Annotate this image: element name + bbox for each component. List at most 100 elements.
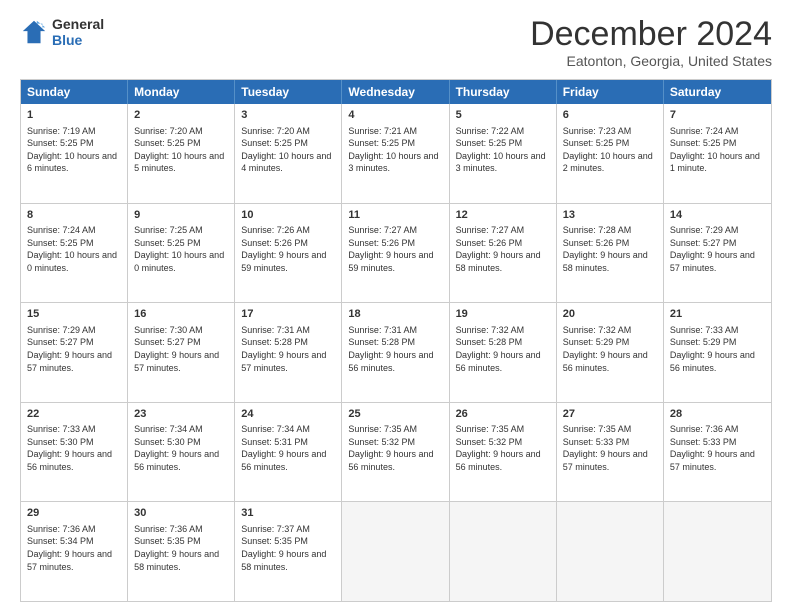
day-number: 2 <box>134 108 228 122</box>
day-cell-8: 8 Sunrise: 7:24 AM Sunset: 5:25 PM Daylig… <box>21 204 128 303</box>
day-cell-21: 21 Sunrise: 7:33 AM Sunset: 5:29 PM Dayli… <box>664 303 771 402</box>
day-number: 14 <box>670 208 765 222</box>
day-info: Sunrise: 7:21 AM Sunset: 5:25 PM Dayligh… <box>348 125 442 175</box>
day-number: 1 <box>27 108 121 122</box>
day-info: Sunrise: 7:35 AM Sunset: 5:32 PM Dayligh… <box>348 423 442 473</box>
day-info: Sunrise: 7:35 AM Sunset: 5:33 PM Dayligh… <box>563 423 657 473</box>
day-info: Sunrise: 7:33 AM Sunset: 5:30 PM Dayligh… <box>27 423 121 473</box>
day-number: 29 <box>27 506 121 520</box>
day-number: 19 <box>456 307 550 321</box>
day-cell-19: 19 Sunrise: 7:32 AM Sunset: 5:28 PM Dayli… <box>450 303 557 402</box>
day-info: Sunrise: 7:27 AM Sunset: 5:26 PM Dayligh… <box>456 224 550 274</box>
day-cell-17: 17Sunrise: 7:31 AM Sunset: 5:28 PM Dayli… <box>235 303 342 402</box>
day-info: Sunrise: 7:20 AM Sunset: 5:25 PM Dayligh… <box>241 125 335 175</box>
title-block: December 2024 Eatonton, Georgia, United … <box>530 16 772 69</box>
day-number: 24 <box>241 407 335 421</box>
day-number: 23 <box>134 407 228 421</box>
day-number: 6 <box>563 108 657 122</box>
day-info: Sunrise: 7:28 AM Sunset: 5:26 PM Dayligh… <box>563 224 657 274</box>
day-info: Sunrise: 7:19 AM Sunset: 5:25 PM Dayligh… <box>27 125 121 175</box>
day-cell-10: 10 Sunrise: 7:26 AM Sunset: 5:26 PM Dayli… <box>235 204 342 303</box>
day-info: Sunrise: 7:37 AM Sunset: 5:35 PM Dayligh… <box>241 523 335 573</box>
day-info: Sunrise: 7:35 AM Sunset: 5:32 PM Dayligh… <box>456 423 550 473</box>
day-number: 31 <box>241 506 335 520</box>
main-title: December 2024 <box>530 16 772 53</box>
empty-cell <box>450 502 557 601</box>
day-cell-26: 26 Sunrise: 7:35 AM Sunset: 5:32 PM Dayli… <box>450 403 557 502</box>
day-number: 8 <box>27 208 121 222</box>
day-cell-1: 1 Sunrise: 7:19 AM Sunset: 5:25 PM Daylig… <box>21 104 128 203</box>
column-header-sunday: Sunday <box>21 80 128 104</box>
calendar: SundayMondayTuesdayWednesdayThursdayFrid… <box>20 79 772 602</box>
day-cell-30: 30 Sunrise: 7:36 AM Sunset: 5:35 PM Dayli… <box>128 502 235 601</box>
calendar-row-2: 8 Sunrise: 7:24 AM Sunset: 5:25 PM Daylig… <box>21 203 771 303</box>
day-cell-5: 5Sunrise: 7:22 AM Sunset: 5:25 PM Daylig… <box>450 104 557 203</box>
column-header-tuesday: Tuesday <box>235 80 342 104</box>
day-number: 25 <box>348 407 442 421</box>
column-header-wednesday: Wednesday <box>342 80 449 104</box>
day-cell-27: 27 Sunrise: 7:35 AM Sunset: 5:33 PM Dayli… <box>557 403 664 502</box>
day-info: Sunrise: 7:29 AM Sunset: 5:27 PM Dayligh… <box>27 324 121 374</box>
day-number: 3 <box>241 108 335 122</box>
day-number: 16 <box>134 307 228 321</box>
column-header-monday: Monday <box>128 80 235 104</box>
day-info: Sunrise: 7:36 AM Sunset: 5:34 PM Dayligh… <box>27 523 121 573</box>
column-header-saturday: Saturday <box>664 80 771 104</box>
day-cell-16: 16Sunrise: 7:30 AM Sunset: 5:27 PM Dayli… <box>128 303 235 402</box>
empty-cell <box>557 502 664 601</box>
day-cell-2: 2Sunrise: 7:20 AM Sunset: 5:25 PM Daylig… <box>128 104 235 203</box>
day-info: Sunrise: 7:36 AM Sunset: 5:35 PM Dayligh… <box>134 523 228 573</box>
day-info: Sunrise: 7:27 AM Sunset: 5:26 PM Dayligh… <box>348 224 442 274</box>
day-cell-11: 11Sunrise: 7:27 AM Sunset: 5:26 PM Dayli… <box>342 204 449 303</box>
day-info: Sunrise: 7:34 AM Sunset: 5:30 PM Dayligh… <box>134 423 228 473</box>
day-number: 7 <box>670 108 765 122</box>
day-cell-9: 9Sunrise: 7:25 AM Sunset: 5:25 PM Daylig… <box>128 204 235 303</box>
day-cell-24: 24 Sunrise: 7:34 AM Sunset: 5:31 PM Dayli… <box>235 403 342 502</box>
day-cell-13: 13Sunrise: 7:28 AM Sunset: 5:26 PM Dayli… <box>557 204 664 303</box>
day-number: 15 <box>27 307 121 321</box>
day-info: Sunrise: 7:29 AM Sunset: 5:27 PM Dayligh… <box>670 224 765 274</box>
day-info: Sunrise: 7:32 AM Sunset: 5:29 PM Dayligh… <box>563 324 657 374</box>
day-cell-22: 22 Sunrise: 7:33 AM Sunset: 5:30 PM Dayli… <box>21 403 128 502</box>
day-number: 21 <box>670 307 765 321</box>
calendar-body: 1 Sunrise: 7:19 AM Sunset: 5:25 PM Daylig… <box>21 104 771 601</box>
logo: General Blue <box>20 16 104 48</box>
day-number: 18 <box>348 307 442 321</box>
day-info: Sunrise: 7:23 AM Sunset: 5:25 PM Dayligh… <box>563 125 657 175</box>
subtitle: Eatonton, Georgia, United States <box>530 53 772 69</box>
day-info: Sunrise: 7:33 AM Sunset: 5:29 PM Dayligh… <box>670 324 765 374</box>
logo-icon <box>20 18 48 46</box>
day-cell-18: 18 Sunrise: 7:31 AM Sunset: 5:28 PM Dayli… <box>342 303 449 402</box>
calendar-header: SundayMondayTuesdayWednesdayThursdayFrid… <box>21 80 771 104</box>
day-cell-12: 12Sunrise: 7:27 AM Sunset: 5:26 PM Dayli… <box>450 204 557 303</box>
day-number: 9 <box>134 208 228 222</box>
day-number: 22 <box>27 407 121 421</box>
day-info: Sunrise: 7:31 AM Sunset: 5:28 PM Dayligh… <box>348 324 442 374</box>
day-cell-23: 23 Sunrise: 7:34 AM Sunset: 5:30 PM Dayli… <box>128 403 235 502</box>
day-info: Sunrise: 7:26 AM Sunset: 5:26 PM Dayligh… <box>241 224 335 274</box>
day-number: 4 <box>348 108 442 122</box>
logo-text: General Blue <box>52 16 104 48</box>
day-cell-29: 29 Sunrise: 7:36 AM Sunset: 5:34 PM Dayli… <box>21 502 128 601</box>
empty-cell <box>342 502 449 601</box>
day-number: 17 <box>241 307 335 321</box>
day-cell-20: 20Sunrise: 7:32 AM Sunset: 5:29 PM Dayli… <box>557 303 664 402</box>
day-cell-28: 28Sunrise: 7:36 AM Sunset: 5:33 PM Dayli… <box>664 403 771 502</box>
day-cell-14: 14 Sunrise: 7:29 AM Sunset: 5:27 PM Dayli… <box>664 204 771 303</box>
day-info: Sunrise: 7:34 AM Sunset: 5:31 PM Dayligh… <box>241 423 335 473</box>
day-info: Sunrise: 7:24 AM Sunset: 5:25 PM Dayligh… <box>670 125 765 175</box>
day-info: Sunrise: 7:36 AM Sunset: 5:33 PM Dayligh… <box>670 423 765 473</box>
calendar-row-5: 29 Sunrise: 7:36 AM Sunset: 5:34 PM Dayli… <box>21 501 771 601</box>
day-info: Sunrise: 7:24 AM Sunset: 5:25 PM Dayligh… <box>27 224 121 274</box>
page: General Blue December 2024 Eatonton, Geo… <box>0 0 792 612</box>
calendar-row-3: 15 Sunrise: 7:29 AM Sunset: 5:27 PM Dayli… <box>21 302 771 402</box>
day-number: 30 <box>134 506 228 520</box>
day-number: 10 <box>241 208 335 222</box>
day-number: 27 <box>563 407 657 421</box>
day-cell-4: 4 Sunrise: 7:21 AM Sunset: 5:25 PM Daylig… <box>342 104 449 203</box>
day-info: Sunrise: 7:32 AM Sunset: 5:28 PM Dayligh… <box>456 324 550 374</box>
day-cell-3: 3 Sunrise: 7:20 AM Sunset: 5:25 PM Daylig… <box>235 104 342 203</box>
day-cell-7: 7 Sunrise: 7:24 AM Sunset: 5:25 PM Daylig… <box>664 104 771 203</box>
day-number: 26 <box>456 407 550 421</box>
column-header-thursday: Thursday <box>450 80 557 104</box>
